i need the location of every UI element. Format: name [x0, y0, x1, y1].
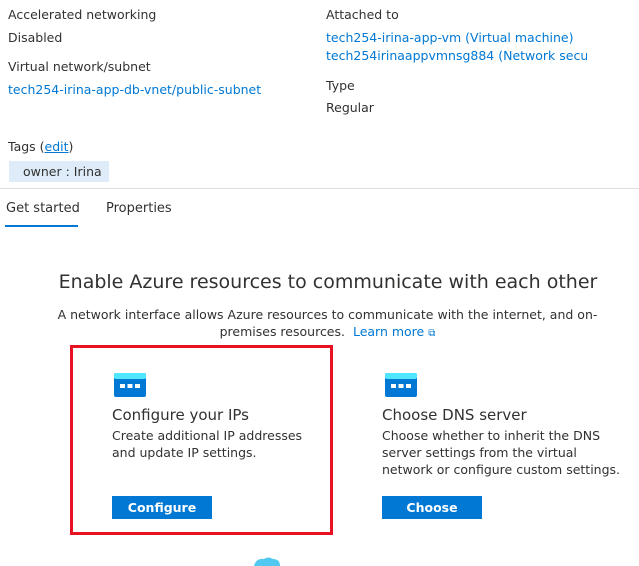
network-interface-icon — [114, 373, 146, 397]
learn-more-label: Learn more — [352, 324, 425, 339]
tags-label-close: ) — [68, 139, 74, 154]
getting-started-title: Enable Azure resources to communicate wi… — [58, 271, 598, 293]
type-value: Regular — [326, 100, 374, 115]
learn-more-link[interactable]: Learn more ⧉ — [353, 324, 435, 339]
tags-edit-link[interactable]: edit — [45, 139, 69, 154]
tags-label-text: Tags ( — [8, 139, 45, 154]
tab-active-indicator — [5, 225, 78, 227]
section-divider — [0, 188, 639, 189]
choose-dns-text: Choose whether to inherit the DNS server… — [382, 428, 621, 477]
configure-ips-title: Configure your IPs — [112, 406, 249, 424]
accelerated-networking-value: Disabled — [8, 30, 63, 45]
vnet-subnet-link[interactable]: tech254-irina-app-db-vnet/public-subnet — [8, 82, 261, 97]
accelerated-networking-label: Accelerated networking — [8, 7, 157, 22]
vnet-subnet-label: Virtual network/subnet — [8, 59, 151, 74]
choose-button[interactable]: Choose — [382, 496, 482, 519]
getting-started-description: A network interface allows Azure resourc… — [40, 306, 615, 342]
tag-chip-owner: owner : Irina — [9, 161, 109, 182]
choose-dns-title: Choose DNS server — [382, 406, 527, 424]
network-interface-icon — [385, 373, 417, 397]
attached-nsg-link[interactable]: tech254irinaappvmnsg884 (Network securit… — [326, 48, 587, 63]
attached-to-label: Attached to — [326, 7, 399, 22]
attached-vm-link[interactable]: tech254-irina-app-vm (Virtual machine) — [326, 30, 573, 45]
tab-get-started[interactable]: Get started — [6, 201, 80, 217]
external-link-icon: ⧉ — [428, 328, 436, 339]
cloud-icon — [254, 557, 280, 566]
description-text: A network interface allows Azure resourc… — [57, 307, 598, 339]
configure-ips-text: Create additional IP addresses and updat… — [112, 428, 303, 460]
type-label: Type — [326, 78, 355, 93]
configure-button[interactable]: Configure — [112, 496, 212, 519]
tab-properties[interactable]: Properties — [106, 201, 172, 217]
tags-label: Tags (edit) — [8, 139, 73, 154]
